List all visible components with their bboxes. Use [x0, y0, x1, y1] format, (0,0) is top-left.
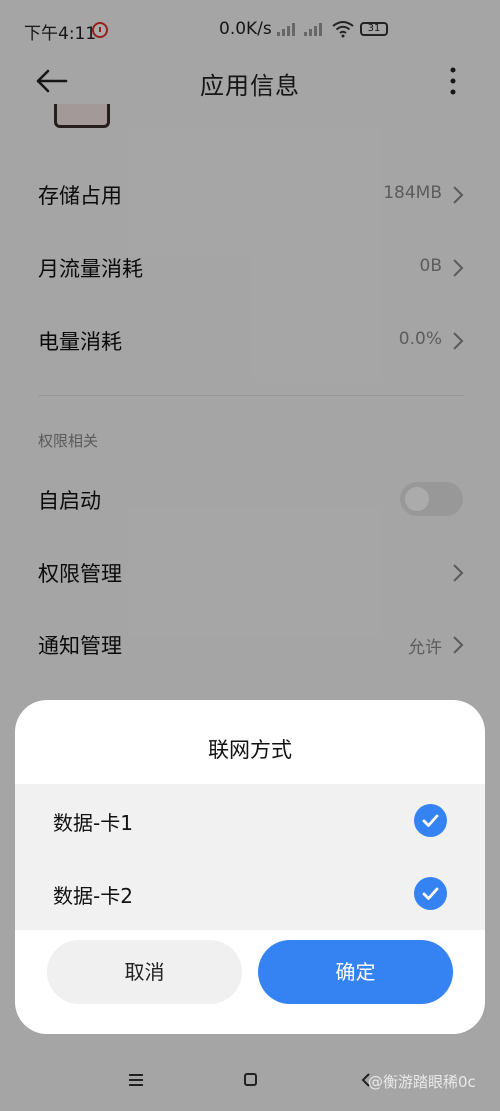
option-label: 数据-卡2 [53, 884, 133, 908]
option-label: 数据-卡1 [53, 811, 133, 835]
option-sim2[interactable]: 数据-卡2 [15, 857, 485, 930]
option-list: 数据-卡1 数据-卡2 [15, 784, 485, 930]
checkmark-icon[interactable] [414, 877, 447, 910]
checkmark-icon[interactable] [414, 804, 447, 837]
app-info-screen: 下午4:11 0.0K/s 31 应用信息 存储占用 184MB 月流量消耗 0… [0, 0, 500, 1111]
dialog-title: 联网方式 [208, 738, 292, 762]
watermark: @衡游踏眼稀0c [368, 1073, 476, 1091]
option-sim1[interactable]: 数据-卡1 [15, 784, 485, 857]
confirm-button[interactable]: 确定 [258, 940, 453, 1004]
cancel-button[interactable]: 取消 [47, 940, 242, 1004]
network-mode-dialog: 联网方式 数据-卡1 数据-卡2 取消 确定 [15, 700, 485, 1034]
